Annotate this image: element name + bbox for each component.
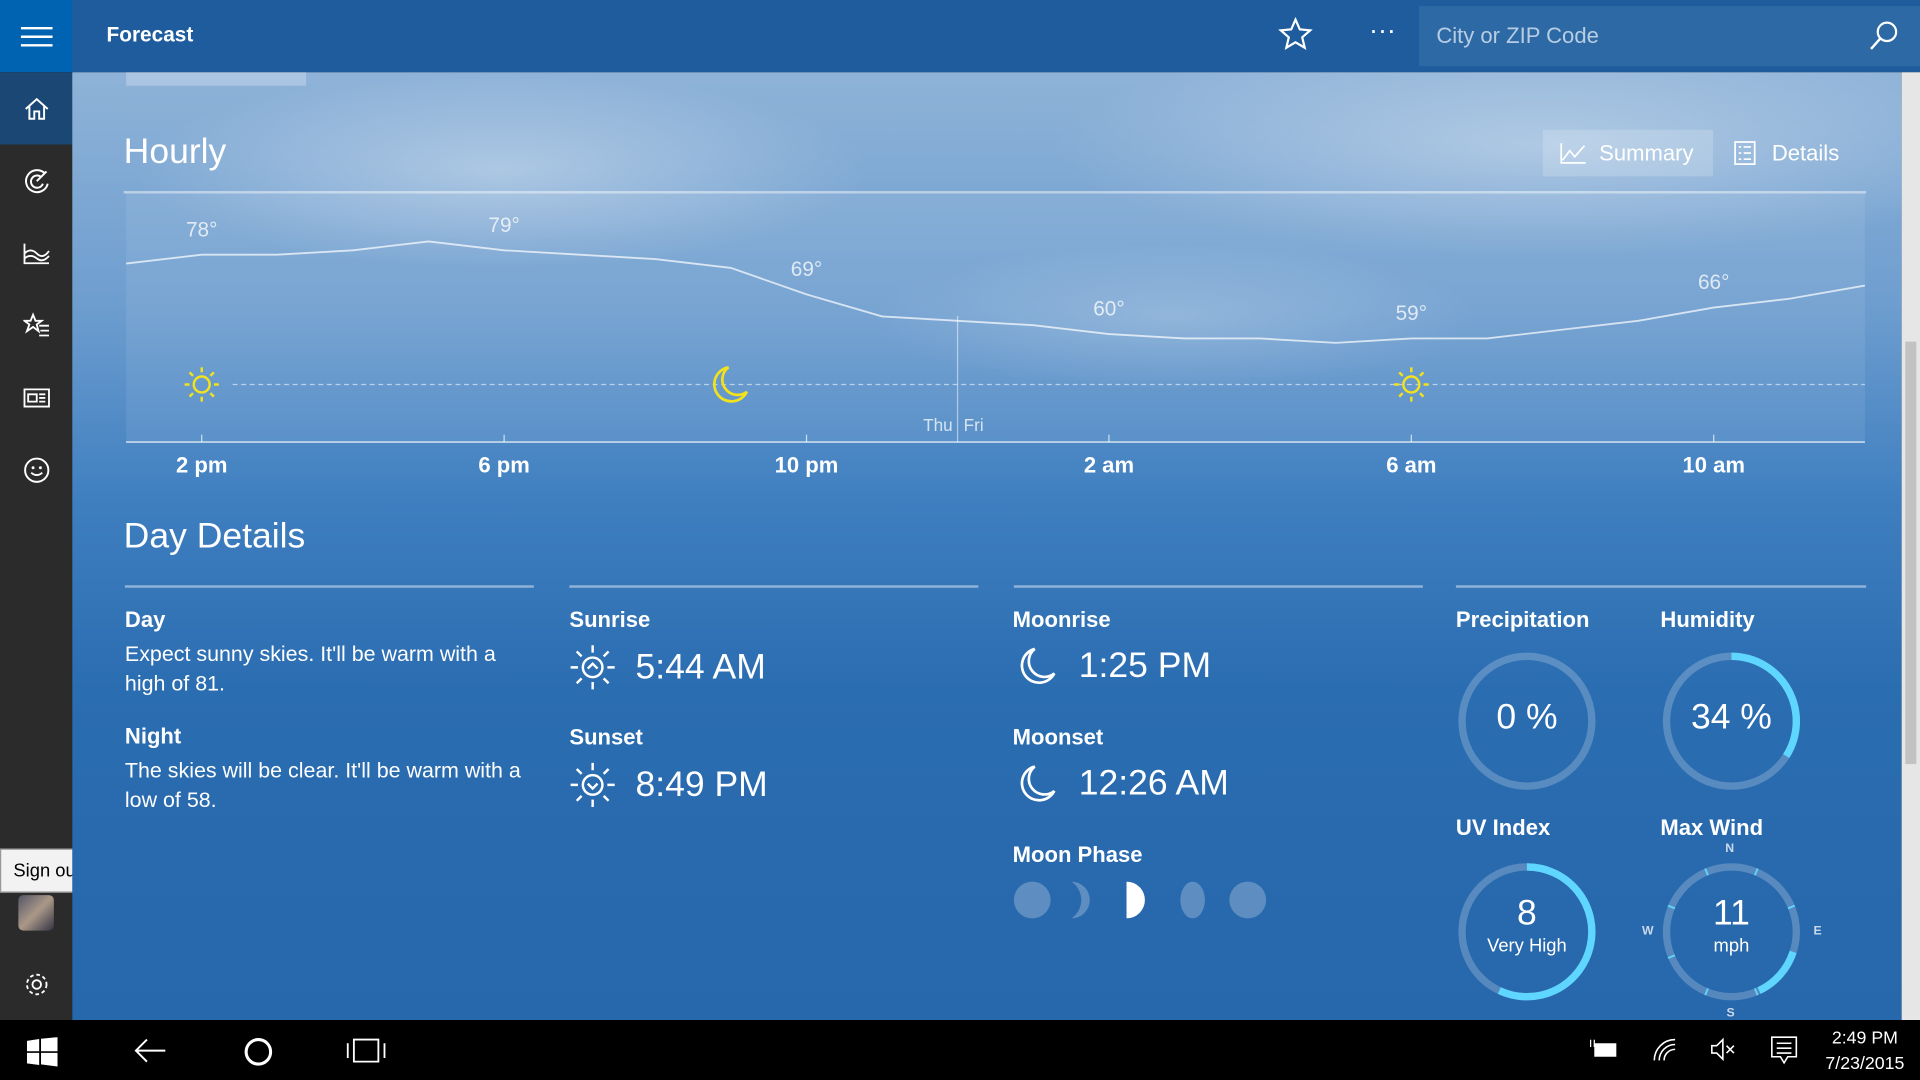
moonset-label: Moonset [1012,724,1104,750]
uv-index-value: 8 [1517,893,1537,934]
temperature-label: 79° [488,214,519,237]
humidity-gauge: 34 % [1659,649,1803,793]
sunset-time: 8:49 PM [635,764,768,804]
wind-direction-arc [1757,950,1797,994]
day-label: Day [124,607,166,632]
compass-w: W [1642,924,1654,938]
uv-index-label: UV Index [1455,815,1551,841]
precipitation-gauge: 0 % [1455,649,1599,793]
moonset-icon [1020,765,1056,802]
divider [124,585,534,588]
night-description: The skies will be clear. It'll be warm w… [124,757,521,812]
moonset-time: 12:26 AM [1078,763,1229,803]
clock-time: 2:49 PM [1831,1028,1898,1049]
x-tick-label: 6 am [1386,453,1436,478]
system-clock[interactable]: 2:49 PM 7/23/2015 [1817,1026,1913,1077]
x-tick-label: 6 pm [478,453,529,478]
moonrise-time: 1:25 PM [1078,645,1212,686]
sunset-label: Sunset [569,724,643,750]
gear-icon [25,973,47,995]
precipitation-label: Precipitation [1455,607,1590,632]
moon-phase-full [1229,881,1267,919]
day-description: Expect sunny skies. It'll be warm with a… [124,641,496,696]
moonrise-label: Moonrise [1012,607,1111,632]
uv-index-description: Very High [1487,935,1567,957]
day-label-fri: Fri [964,415,984,435]
settings-button[interactable] [0,948,72,1020]
temperature-label: 66° [1698,271,1729,294]
hourly-temperature-chart: Thu Fri 2 pm 78° 6 pm 79° 10 pm 69° 2 am 60° 6 a… [126,192,1866,478]
taskbar: 2:49 PM 7/23/2015 [0,1020,1920,1080]
wind-speed-unit: mph [1713,935,1750,957]
moon-phase-new [1013,881,1051,919]
moonset-value: 12:26 AM [1015,762,1229,806]
x-tick-label: 2 am [1084,453,1134,478]
sunrise-label: Sunrise [569,607,651,632]
sunrise-time: 5:44 AM [635,647,766,687]
action-center-icon[interactable] [1771,1036,1798,1065]
clock-date: 7/23/2015 [1825,1054,1905,1074]
night-label: Night [124,723,182,749]
back-arrow-icon[interactable] [132,1037,166,1064]
moon-phase-crescent [1071,881,1090,919]
volume-muted-icon[interactable] [1711,1037,1738,1062]
compass-s: S [1726,1006,1735,1021]
divider [1455,585,1867,588]
main-content: Hourly Summary Details Thu Fri 2 pm 78° 6 … [72,72,1902,1020]
temperature-label: 59° [1396,302,1427,325]
max-wind-label: Max Wind [1660,815,1764,841]
moonrise-value: 1:25 PM [1015,644,1211,688]
temperature-label: 78° [186,218,217,241]
wifi-icon[interactable] [1652,1037,1679,1061]
x-tick-label: 10 pm [775,453,839,478]
divider [569,585,979,588]
moonrise-icon [1020,647,1056,684]
humidity-value: 34 % [1690,697,1772,738]
windows-start-icon[interactable] [26,1037,58,1067]
chart-plot-area [126,192,1865,443]
uv-index-gauge: 8 Very High [1455,860,1599,1004]
compass-n: N [1725,842,1735,856]
sunset-icon [570,762,615,807]
wind-compass-gauge: 11 mph N S E W [1642,842,1822,1020]
temperature-label: 69° [791,258,822,281]
battery-icon[interactable] [1589,1039,1618,1060]
scrollbar-thumb[interactable] [1905,341,1917,765]
vertical-scrollbar[interactable] [1901,72,1920,1021]
wind-speed-value: 11 [1712,893,1750,934]
cortana-circle-icon[interactable] [242,1036,274,1068]
moon-phase-icons [1071,881,1205,919]
avatar[interactable] [18,895,54,931]
x-tick-label: 10 am [1682,453,1744,478]
moon-phase-gibbous [1180,881,1205,919]
compass-e: E [1813,924,1822,938]
x-tick-label: 2 pm [176,453,227,478]
precipitation-value: 0 % [1496,697,1558,738]
sunset-value: 8:49 PM [569,762,768,809]
sunrise-icon [570,645,615,690]
humidity-label: Humidity [1660,607,1755,632]
task-view-icon[interactable] [346,1037,386,1064]
divider [1013,585,1423,588]
sunrise-value: 5:44 AM [569,644,766,691]
moon-phase-label: Moon Phase [1012,842,1143,867]
day-label-thu: Thu [923,415,953,435]
moon-phase-first-quarter [1126,881,1145,919]
day-details-title: Day Details [123,516,306,556]
temperature-label: 60° [1093,298,1124,321]
